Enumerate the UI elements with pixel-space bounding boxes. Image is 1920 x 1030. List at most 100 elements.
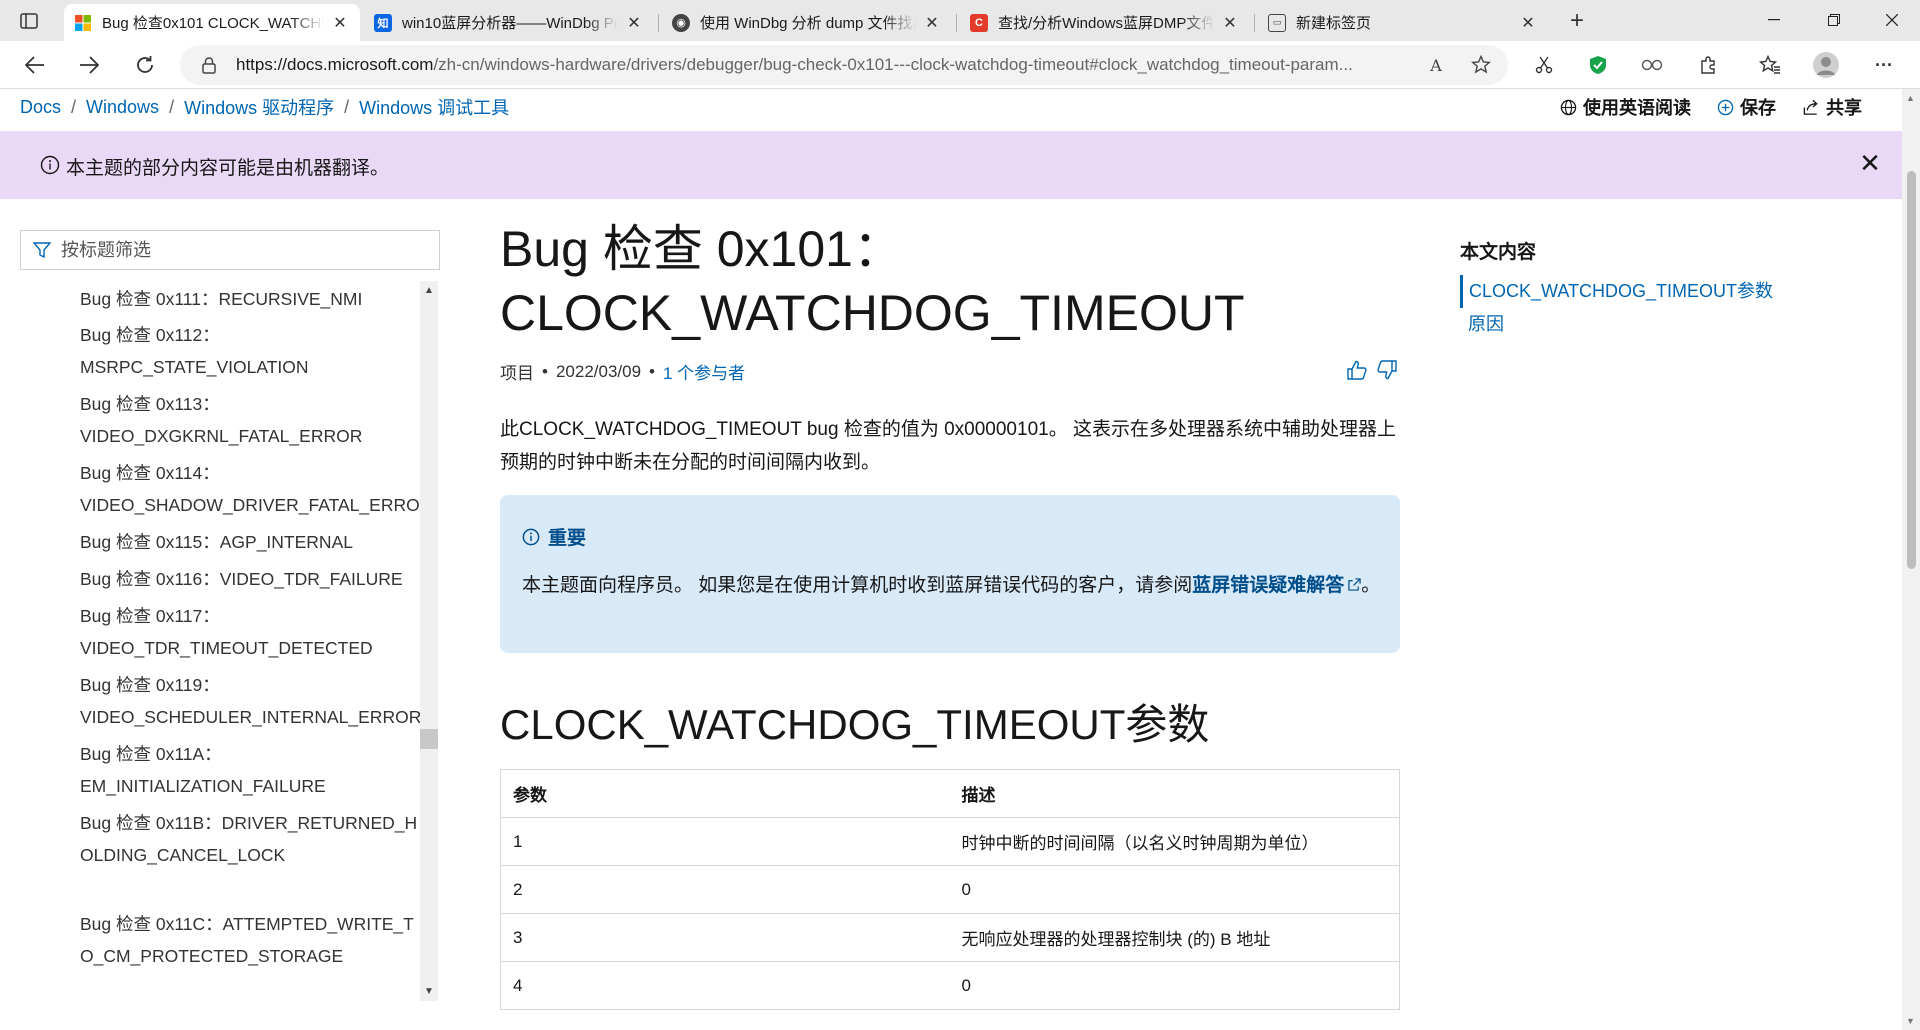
scroll-up-arrow-icon[interactable]: ▲ <box>424 285 434 296</box>
alert-heading: 重要 <box>522 523 586 550</box>
tab-title: win10蓝屏分析器——WinDbg Preview <box>402 15 618 32</box>
breadcrumb-debugging-tools[interactable]: Windows 调试工具 <box>359 94 509 120</box>
shield-extension-icon[interactable] <box>1584 51 1612 79</box>
table-row: 1 时钟中断的时间间隔（以名义时钟周期为单位） <box>500 817 1400 866</box>
profile-avatar[interactable] <box>1812 51 1840 79</box>
breadcrumb: Docs / Windows / Windows 驱动程序 / Windows … <box>20 95 509 119</box>
close-tab-icon[interactable]: ✕ <box>624 13 644 33</box>
share-icon <box>1803 99 1818 115</box>
nav-scrollbar[interactable]: ▲ ▼ <box>420 281 438 1001</box>
nav-item-0x116[interactable]: Bug 检查 0x116：VIDEO_TDR_FAILURE <box>80 563 420 595</box>
filter-icon <box>31 239 53 261</box>
toc-link-cause[interactable]: 原因 <box>1460 308 1780 341</box>
important-alert: 重要 本主题面向程序员。 如果您是在使用计算机时收到蓝屏错误代码的客户，请参阅蓝… <box>500 495 1400 653</box>
extensions-icon[interactable] <box>1694 51 1722 79</box>
bluescreen-troubleshoot-link[interactable]: 蓝屏错误疑难解答 <box>1192 575 1361 596</box>
table-row: 2 0 <box>500 865 1400 914</box>
save-label: 保存 <box>1740 98 1776 118</box>
table-row: 3 无响应处理器的处理器控制块 (的) B 地址 <box>500 913 1400 962</box>
nav-item-0x11a[interactable]: Bug 检查 0x11A：EM_INITIALIZATION_FAILURE <box>80 738 420 802</box>
url-host: https://docs.microsoft.com <box>236 55 434 74</box>
title-line-2: CLOCK_WATCHDOG_TIMEOUT <box>500 285 1245 341</box>
more-options-icon[interactable]: ··· <box>1870 51 1898 79</box>
back-arrow-icon <box>25 56 44 74</box>
save-button[interactable]: 保存 <box>1717 94 1776 120</box>
info-icon <box>40 155 60 175</box>
thumbs-down-icon[interactable] <box>1374 357 1400 383</box>
breadcrumb-docs[interactable]: Docs <box>20 97 61 118</box>
tab-strip: Bug 检查0x101 CLOCK_WATCHDOG_TIMEOUT - Win… <box>0 0 1920 41</box>
address-bar[interactable]: https://docs.microsoft.com/zh-cn/windows… <box>180 45 1508 85</box>
tab-new-tab-page[interactable]: ▭ 新建标签页 ✕ <box>1258 4 1548 41</box>
contributors-link[interactable]: 1 个参与者 <box>663 359 745 384</box>
breadcrumb-windows[interactable]: Windows <box>86 97 159 118</box>
alert-body: 本主题面向程序员。 如果您是在使用计算机时收到蓝屏错误代码的客户，请参阅蓝屏错误… <box>522 569 1382 602</box>
read-aloud-icon[interactable]: A <box>1425 54 1447 76</box>
nav-item-0x11c[interactable]: Bug 检查 0x11C：ATTEMPTED_WRITE_TO_CM_PROTE… <box>80 908 420 972</box>
tab-windbg-preview[interactable]: 知 win10蓝屏分析器——WinDbg Preview ✕ <box>364 4 654 41</box>
zhihu-icon: 知 <box>374 13 392 32</box>
tab-dmp-analysis[interactable]: C 查找/分析Windows蓝屏DMP文件 ✕ <box>960 4 1250 41</box>
microsoft-logo-icon <box>74 14 92 32</box>
page-scrollbar[interactable]: ▲ ▼ <box>1902 89 1920 1030</box>
share-button[interactable]: 共享 <box>1802 94 1862 120</box>
minimize-button[interactable] <box>1746 0 1802 40</box>
toc-link-params[interactable]: CLOCK_WATCHDOG_TIMEOUT参数 <box>1460 275 1780 308</box>
tab-title: 使用 WinDbg 分析 dump 文件找出问题 <box>700 15 916 32</box>
refresh-button[interactable] <box>128 48 162 82</box>
tab-bug-check[interactable]: Bug 检查0x101 CLOCK_WATCHDOG_TIMEOUT - Win… <box>64 4 360 41</box>
tab-title: 新建标签页 <box>1296 15 1372 32</box>
read-in-english-button[interactable]: 使用英语阅读 <box>1560 94 1691 120</box>
github-icon: ◉ <box>672 13 690 32</box>
nav-item-0x117[interactable]: Bug 检查 0x117：VIDEO_TDR_TIMEOUT_DETECTED <box>80 600 420 664</box>
nav-item-0x115[interactable]: Bug 检查 0x115：AGP_INTERNAL <box>80 526 420 558</box>
share-label: 共享 <box>1826 98 1862 118</box>
favorites-icon[interactable] <box>1756 51 1784 79</box>
read-in-english-label: 使用英语阅读 <box>1583 98 1691 118</box>
table-cell: 1 <box>500 817 950 866</box>
page-content: Docs / Windows / Windows 驱动程序 / Windows … <box>0 89 1902 1030</box>
tab-title: 查找/分析Windows蓝屏DMP文件 <box>998 15 1214 32</box>
browser-toolbar: https://docs.microsoft.com/zh-cn/windows… <box>0 41 1920 89</box>
scroll-down-arrow-icon[interactable]: ▼ <box>424 986 434 997</box>
restore-button[interactable] <box>1806 0 1862 40</box>
tab-actions-button[interactable] <box>12 8 46 34</box>
minimize-icon <box>1768 19 1780 21</box>
filter-input[interactable] <box>61 239 421 261</box>
newtab-icon: ▭ <box>1268 13 1286 32</box>
close-tab-icon[interactable]: ✕ <box>1518 13 1538 33</box>
back-button[interactable] <box>18 48 52 82</box>
breadcrumb-windows-drivers[interactable]: Windows 驱动程序 <box>184 94 334 120</box>
url-text[interactable]: https://docs.microsoft.com/zh-cn/windows… <box>236 55 1416 75</box>
scroll-down-arrow-icon[interactable]: ▼ <box>1906 1016 1915 1026</box>
title-line-1: Bug 检查 0x101： <box>500 221 903 277</box>
new-tab-button[interactable]: + <box>1564 7 1590 34</box>
plus-circle-icon <box>1717 99 1734 115</box>
nav-item-0x119[interactable]: Bug 检查 0x119：VIDEO_SCHEDULER_INTERNAL_ER… <box>80 669 420 733</box>
close-tab-icon[interactable]: ✕ <box>330 13 350 33</box>
nav-item-0x113[interactable]: Bug 检查 0x113：VIDEO_DXGKRNL_FATAL_ERROR <box>80 388 420 452</box>
column-header: 描述 <box>949 769 1400 818</box>
scissors-icon[interactable] <box>1530 51 1558 79</box>
link-label: 蓝屏错误疑难解答 <box>1192 575 1345 596</box>
table-cell: 2 <box>500 865 950 914</box>
page-scroll-thumb[interactable] <box>1907 171 1916 569</box>
nav-item-0x112[interactable]: Bug 检查 0x112：MSRPC_STATE_VIOLATION <box>80 319 420 383</box>
forward-button[interactable] <box>72 48 106 82</box>
nav-scroll-thumb[interactable] <box>420 729 438 749</box>
close-tab-icon[interactable]: ✕ <box>922 13 942 33</box>
nav-item-0x11b[interactable]: Bug 检查 0x11B：DRIVER_RETURNED_HOLDING_CAN… <box>80 807 420 871</box>
nav-item-0x111[interactable]: Bug 检查 0x111：RECURSIVE_NMI <box>80 283 420 315</box>
column-header: 参数 <box>500 769 950 818</box>
scroll-up-arrow-icon[interactable]: ▲ <box>1906 93 1915 103</box>
lock-icon[interactable] <box>200 56 218 74</box>
dismiss-banner-icon[interactable]: ✕ <box>1856 148 1884 178</box>
nav-item-0x114[interactable]: Bug 检查 0x114：VIDEO_SHADOW_DRIVER_FATAL_E… <box>80 457 420 521</box>
thumbs-up-icon[interactable] <box>1344 357 1370 383</box>
close-tab-icon[interactable]: ✕ <box>1220 13 1240 33</box>
close-window-button[interactable] <box>1864 0 1920 40</box>
machine-translation-banner: 本主题的部分内容可能是由机器翻译。 ✕ <box>0 131 1902 199</box>
tab-windbg-dump[interactable]: ◉ 使用 WinDbg 分析 dump 文件找出问题 ✕ <box>662 4 952 41</box>
add-favorite-icon[interactable] <box>1470 54 1492 76</box>
performance-icon[interactable] <box>1638 51 1666 79</box>
